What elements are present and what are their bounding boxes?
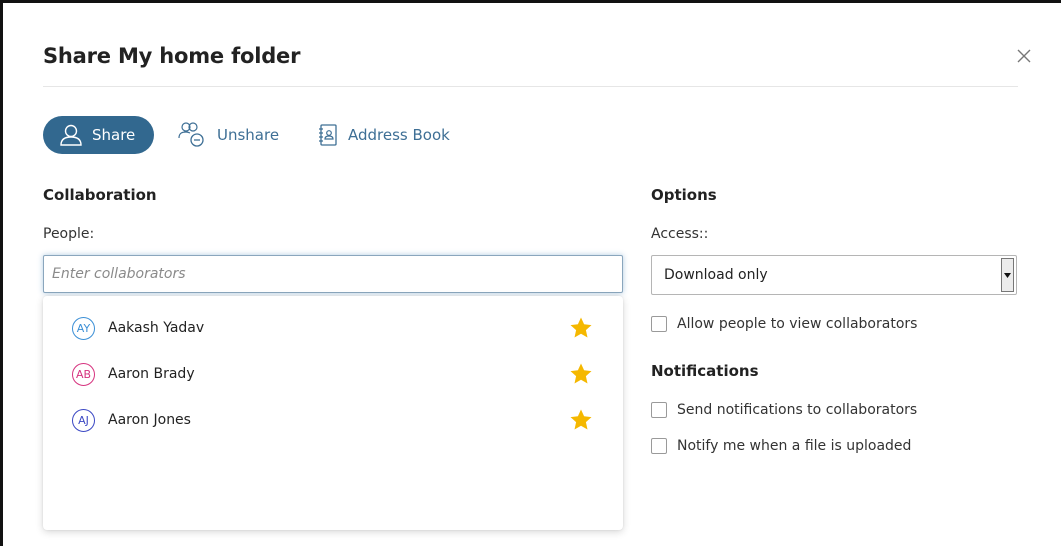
dialog-title: Share My home folder bbox=[43, 44, 301, 68]
allow-view-collaborators-option[interactable]: Allow people to view collaborators bbox=[651, 316, 917, 332]
tab-share[interactable]: Share bbox=[43, 116, 154, 154]
title-divider bbox=[43, 86, 1018, 87]
close-icon bbox=[1017, 49, 1031, 63]
avatar: AY bbox=[72, 316, 95, 340]
notify-upload-option[interactable]: Notify me when a file is uploaded bbox=[651, 438, 911, 454]
star-icon[interactable] bbox=[569, 408, 593, 432]
tab-address-book[interactable]: Address Book bbox=[317, 120, 450, 150]
notify-upload-checkbox[interactable] bbox=[651, 438, 667, 454]
caret-down-icon bbox=[1004, 272, 1011, 278]
allow-view-collaborators-checkbox[interactable] bbox=[651, 316, 667, 332]
access-select[interactable]: Download only bbox=[651, 255, 1017, 295]
send-notifications-checkbox[interactable] bbox=[651, 402, 667, 418]
collaboration-heading: Collaboration bbox=[43, 186, 157, 204]
tab-unshare[interactable]: Unshare bbox=[178, 120, 279, 150]
tab-share-label: Share bbox=[92, 126, 136, 144]
suggestion-name: Aaron Brady bbox=[108, 366, 195, 382]
close-button[interactable] bbox=[1012, 44, 1036, 68]
suggestion-name: Aaron Jones bbox=[108, 412, 191, 428]
address-book-icon bbox=[319, 124, 337, 146]
tab-unshare-label: Unshare bbox=[217, 126, 280, 144]
dropdown-arrow[interactable] bbox=[1001, 258, 1014, 292]
suggestion-item[interactable]: AY Aakash Yadav bbox=[43, 308, 623, 348]
star-icon[interactable] bbox=[569, 316, 593, 340]
star-icon[interactable] bbox=[569, 362, 593, 386]
suggestion-item[interactable]: AB Aaron Brady bbox=[43, 354, 623, 394]
user-icon bbox=[60, 124, 82, 146]
suggestion-name: Aakash Yadav bbox=[108, 320, 205, 336]
collaborators-input[interactable] bbox=[43, 255, 623, 293]
suggestion-item[interactable]: AJ Aaron Jones bbox=[43, 400, 623, 440]
collaborator-suggestions: AY Aakash Yadav AB Aaron Brady AJ Aaron … bbox=[43, 296, 623, 530]
avatar: AJ bbox=[72, 408, 95, 432]
access-label: Access:: bbox=[651, 226, 709, 242]
window-frame-left bbox=[0, 0, 3, 546]
access-selected-value: Download only bbox=[664, 267, 768, 283]
send-notifications-label: Send notifications to collaborators bbox=[677, 402, 918, 418]
allow-view-collaborators-label: Allow people to view collaborators bbox=[677, 316, 918, 332]
options-heading: Options bbox=[651, 186, 717, 204]
window-frame-top bbox=[0, 0, 1061, 3]
notify-upload-label: Notify me when a file is uploaded bbox=[677, 438, 912, 454]
notifications-heading: Notifications bbox=[651, 362, 759, 380]
tab-address-book-label: Address Book bbox=[348, 126, 450, 144]
send-notifications-option[interactable]: Send notifications to collaborators bbox=[651, 402, 917, 418]
users-remove-icon bbox=[178, 122, 204, 147]
people-label: People: bbox=[43, 226, 95, 242]
avatar: AB bbox=[72, 362, 95, 386]
